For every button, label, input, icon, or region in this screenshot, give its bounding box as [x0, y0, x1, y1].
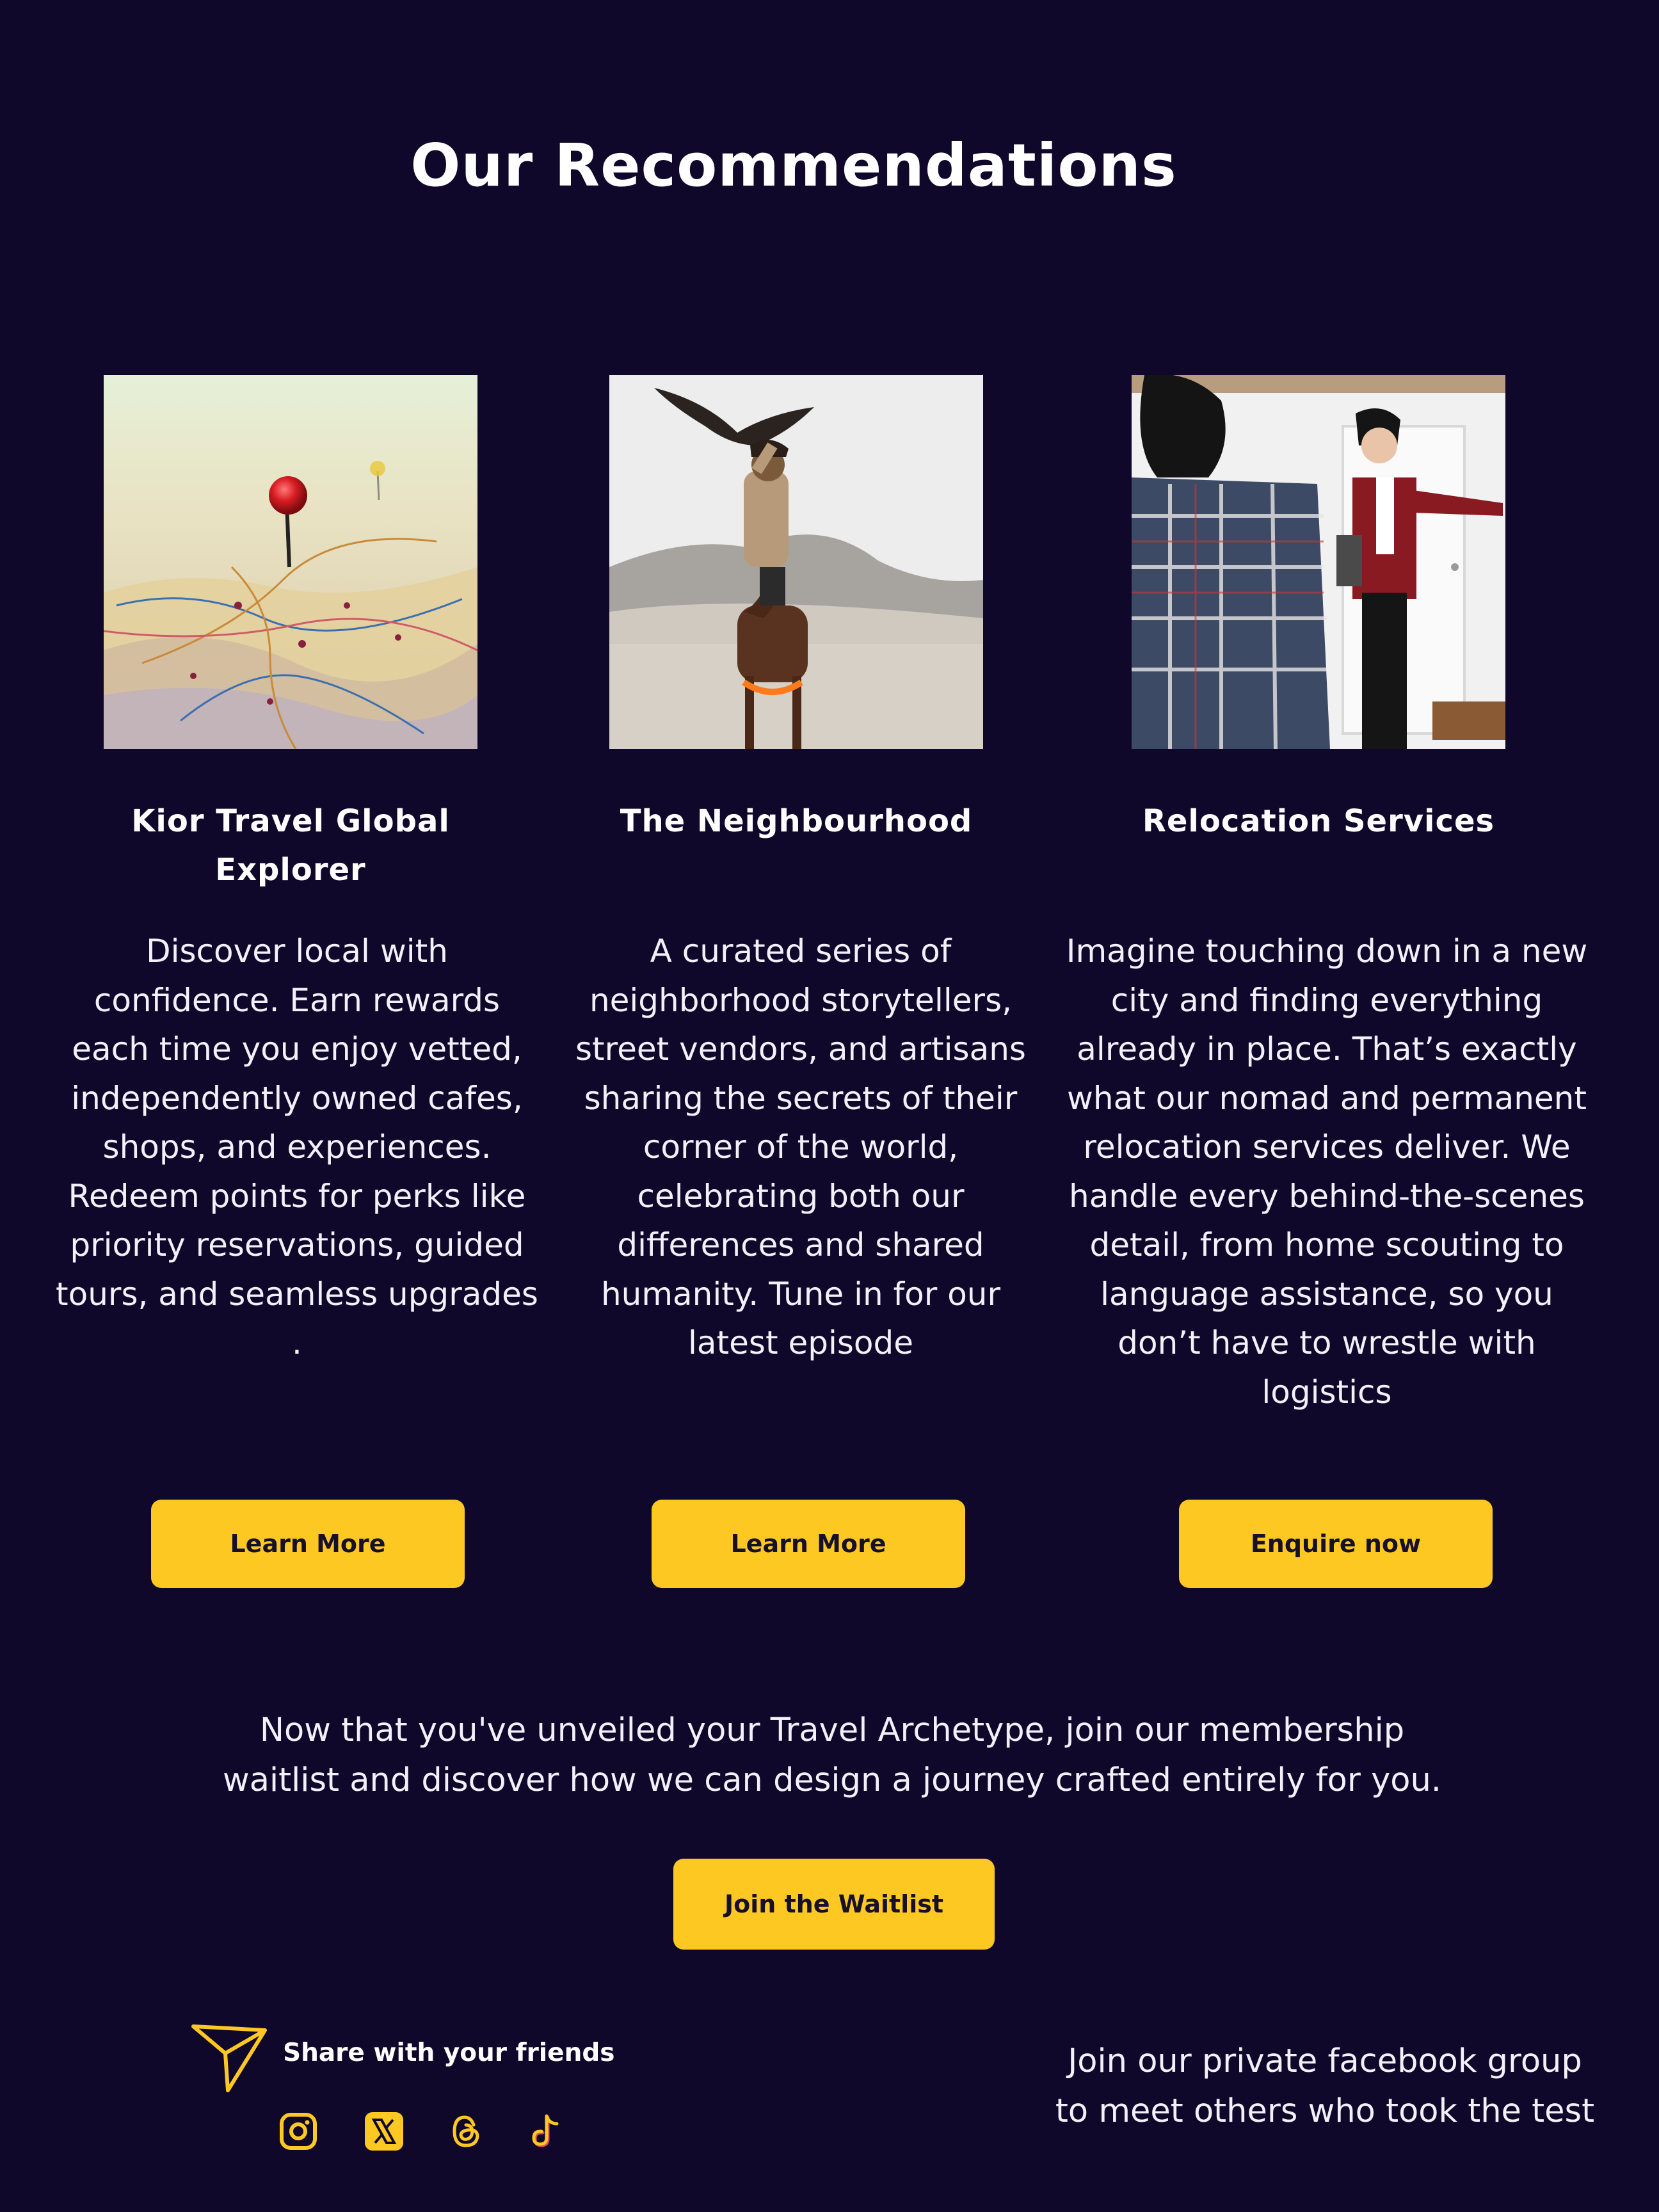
facebook-group-message-line: to meet others who took the test	[1055, 2092, 1595, 2130]
waitlist-message-line: waitlist and discover how we can design …	[223, 1761, 1441, 1799]
card-title-line: Relocation Services	[1142, 803, 1495, 839]
card-title: Relocation Services	[1073, 797, 1564, 846]
card-title: Kior Travel Global Explorer	[45, 797, 536, 894]
waitlist-message-line: Now that you've unveiled your Travel Arc…	[259, 1711, 1405, 1749]
card-image-apartment-viewing	[1132, 375, 1505, 749]
learn-more-button[interactable]: Learn More	[652, 1500, 965, 1588]
card-title-line: Explorer	[215, 852, 366, 888]
threads-icon[interactable]	[445, 2111, 486, 2152]
instagram-icon[interactable]	[278, 2111, 319, 2152]
waitlist-message: Now that you've unveiled your Travel Arc…	[154, 1706, 1511, 1806]
page-title: Our Recommendations	[410, 131, 1177, 200]
x-icon[interactable]	[364, 2111, 405, 2152]
card-image-map-pin	[104, 375, 477, 749]
share-label: Share with your friends	[283, 2039, 615, 2067]
learn-more-button[interactable]: Learn More	[151, 1500, 465, 1588]
card-description: Discover local with confidence. Earn rew…	[56, 933, 538, 1361]
join-waitlist-button[interactable]: Join the Waitlist	[673, 1859, 995, 1950]
tiktok-icon[interactable]	[525, 2111, 566, 2152]
card-image-eagle-hunter	[609, 375, 983, 749]
facebook-group-message-line: Join our private facebook group	[1068, 2042, 1582, 2080]
card-title-line: Kior Travel Global	[131, 803, 450, 839]
enquire-now-button[interactable]: Enquire now	[1179, 1500, 1493, 1588]
card-title-line: The Neighbourhood	[620, 803, 973, 839]
card-description: Imagine touching down in a new city and …	[1066, 933, 1588, 1411]
card-title: The Neighbourhood	[550, 797, 1042, 846]
facebook-group-message: Join our private facebook group to meet …	[1018, 2037, 1632, 2136]
paper-plane-icon	[189, 2023, 269, 2097]
card-description: A curated series of neighborhood storyte…	[575, 933, 1026, 1361]
